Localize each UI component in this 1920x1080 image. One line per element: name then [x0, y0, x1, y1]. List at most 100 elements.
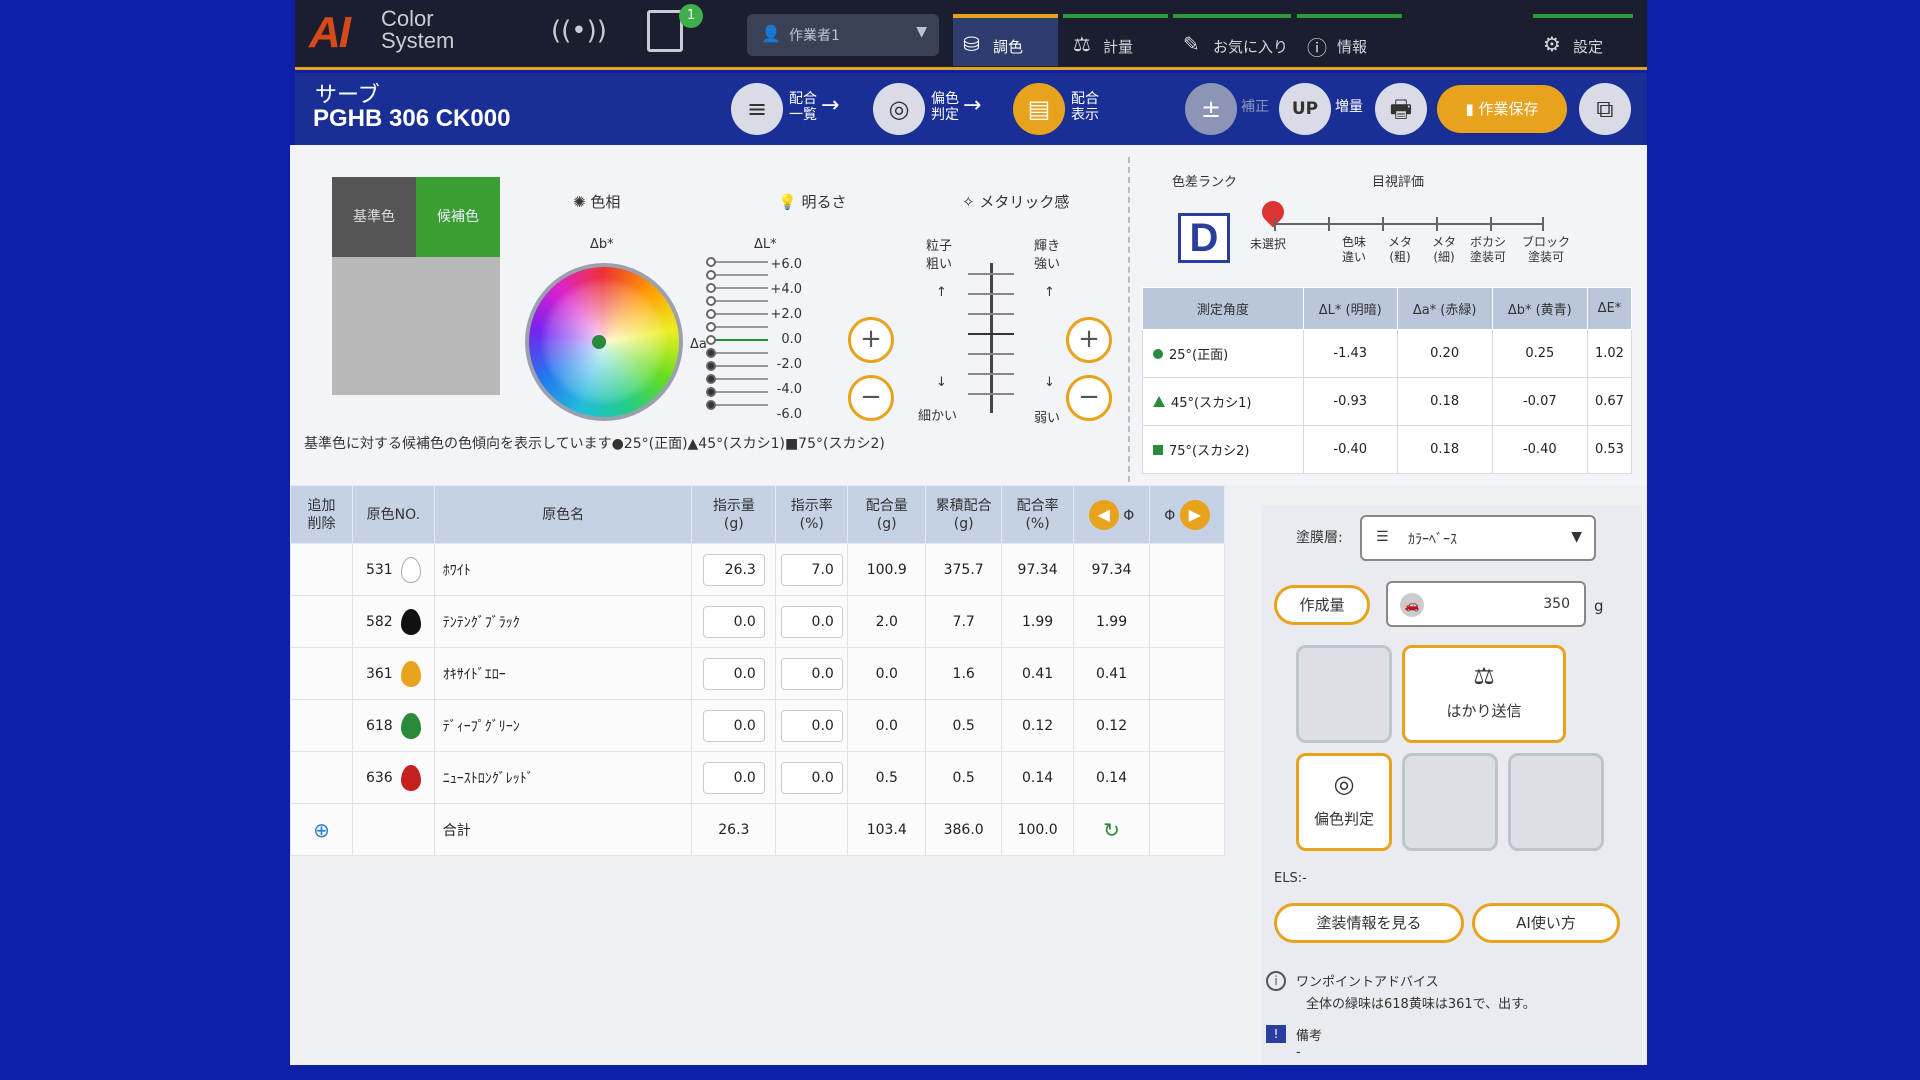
column-header: 配合率 (%)	[1001, 485, 1075, 544]
table-cell: 0.0	[691, 595, 777, 648]
arrow-right-button[interactable]: ▶	[1179, 499, 1210, 530]
column-header: 原色名	[433, 485, 693, 544]
hue-icon: ✺	[573, 193, 591, 211]
lightness-minus-button[interactable]: −	[848, 375, 894, 421]
hue-marker	[592, 335, 606, 349]
amount-input[interactable]: 🚗 350	[1386, 581, 1586, 627]
save-work-button[interactable]: ▮ 作業保存	[1437, 85, 1567, 133]
scale-knob	[706, 257, 716, 267]
table-cell	[351, 803, 435, 856]
table-row[interactable]: 531 ﾎﾜｲﾄ 26.3 7.0 100.9 375.7 97.34 97.3…	[290, 543, 1226, 596]
tab-measure[interactable]: ⚖ 計量	[1063, 14, 1168, 66]
wireless-icon[interactable]: ((•))	[551, 16, 607, 46]
table-cell: 0.0	[691, 647, 777, 700]
tab-favorites[interactable]: ✎ お気に入り	[1173, 14, 1291, 66]
paint-info-button[interactable]: 塗装情報を見る	[1274, 903, 1464, 943]
instr-rate-input[interactable]: 0.0	[780, 709, 843, 742]
instr-amount-input[interactable]: 26.3	[702, 553, 765, 586]
tab-mixing[interactable]: ⛁ 調色	[953, 14, 1058, 66]
logo-line-1: Color	[381, 6, 434, 31]
correction-button[interactable]: ±	[1185, 83, 1237, 135]
column-header: 追加 削除	[290, 485, 353, 544]
header-line: (g)	[953, 515, 974, 532]
eval-option[interactable]: 色味 違い	[1342, 235, 1366, 265]
angle-label: 75°(スカシ2)	[1169, 444, 1250, 459]
instr-amount-input[interactable]: 0.0	[702, 761, 765, 794]
metallic-minus-button[interactable]: −	[1066, 375, 1112, 421]
color-name: ﾃﾞｨｰﾌﾟｸﾞﾘｰﾝ	[433, 699, 693, 752]
header-line: 指示量	[712, 497, 755, 514]
disabled-button	[1508, 753, 1604, 851]
scale-knob	[706, 309, 716, 319]
table-cell	[1148, 699, 1226, 752]
scale-tick	[1542, 217, 1544, 231]
arrow-up-icon: ↑	[936, 285, 947, 300]
color-code: 618	[365, 717, 393, 734]
column-header: 指示率 (%)	[775, 485, 849, 544]
tab-settings[interactable]: ⚙ 設定	[1533, 14, 1633, 66]
layer-select[interactable]: ☰ ｶﾗｰﾍﾞｰｽ ▼	[1360, 515, 1596, 561]
chevron-down-icon: ▼	[916, 24, 927, 40]
lightness-plus-button[interactable]: +	[848, 317, 894, 363]
arrow-left-button[interactable]: ◀	[1088, 499, 1119, 530]
eval-option[interactable]: ボカシ 塗装可	[1470, 235, 1506, 265]
disabled-button	[1296, 645, 1392, 743]
refresh-icon[interactable]: ↻	[1103, 818, 1120, 842]
increase-button[interactable]: UP	[1279, 83, 1331, 135]
bias-judge-step-button[interactable]: ◎	[873, 83, 925, 135]
eval-option[interactable]: メタ (粗)	[1388, 235, 1412, 265]
eval-option-line: (細)	[1433, 250, 1455, 264]
paint-drop-icon	[400, 660, 421, 687]
scale-send-button[interactable]: ⚖ はかり送信	[1402, 645, 1566, 743]
bias-judge-button[interactable]: ◎ 偏色判定	[1296, 753, 1392, 851]
eval-option[interactable]: メタ (細)	[1432, 235, 1456, 265]
recipe-list-button[interactable]: ≡	[731, 83, 783, 135]
print-button[interactable]: 🖶	[1375, 83, 1427, 135]
tab-info[interactable]: ⓘ 情報	[1297, 14, 1402, 66]
unit-label: g	[1594, 597, 1604, 615]
eval-option[interactable]: ブロック 塗装可	[1522, 235, 1570, 265]
scale-tick: +4.0	[770, 282, 802, 297]
add-row-icon[interactable]: ⊕	[313, 818, 330, 842]
list-icon: ☰	[1376, 529, 1389, 545]
scale-line	[706, 296, 768, 306]
instr-rate-input[interactable]: 0.0	[780, 605, 843, 638]
scale-tick	[1328, 217, 1330, 231]
computer-icon[interactable]	[647, 10, 683, 52]
triangle-marker-icon	[1153, 396, 1165, 407]
scale-knob	[706, 283, 716, 293]
amount-button[interactable]: 作成量	[1274, 585, 1370, 625]
color-code: 361	[365, 665, 393, 682]
table-row[interactable]: 582 ﾃﾝﾃﾝｸﾞﾌﾞﾗｯｸ 0.0 0.0 2.0 7.7 1.99 1.9…	[290, 595, 1226, 648]
copy-button[interactable]: ⧉	[1579, 83, 1631, 135]
scale-line	[968, 313, 1014, 315]
color-name: ﾎﾜｲﾄ	[433, 543, 693, 596]
visual-eval-scale[interactable]	[1274, 217, 1544, 231]
info-icon: i	[1266, 971, 1286, 991]
instr-amount-input[interactable]: 0.0	[702, 709, 765, 742]
recipe-display-button[interactable]: ▤	[1013, 83, 1065, 135]
disabled-button	[1402, 753, 1498, 851]
ai-howto-button[interactable]: AI使い方	[1472, 903, 1620, 943]
user-select[interactable]: 👤 作業者1 ▼	[747, 14, 939, 56]
table-row[interactable]: 361 ｵｷｻｲﾄﾞｴﾛｰ 0.0 0.0 0.0 1.6 0.41 0.41	[290, 647, 1226, 700]
instr-rate-input[interactable]: 0.0	[780, 657, 843, 690]
table-cell: 0.0	[775, 699, 849, 752]
table-row: 75°(スカシ2) -0.40 0.18 -0.40 0.53	[1142, 425, 1633, 474]
table-row[interactable]: 636 ﾆｭｰｽﾄﾛﾝｸﾞﾚｯﾄﾞ 0.0 0.0 0.5 0.5 0.14 0…	[290, 751, 1226, 804]
table-row[interactable]: 618 ﾃﾞｨｰﾌﾟｸﾞﾘｰﾝ 0.0 0.0 0.0 0.5 0.12 0.1…	[290, 699, 1226, 752]
table-cell: ↻	[1073, 803, 1150, 856]
color-name: ﾃﾝﾃﾝｸﾞﾌﾞﾗｯｸ	[433, 595, 693, 648]
metallic-plus-button[interactable]: +	[1066, 317, 1112, 363]
instr-amount-input[interactable]: 0.0	[702, 657, 765, 690]
table-cell: 97.34	[1073, 543, 1150, 596]
instr-rate-input[interactable]: 0.0	[780, 761, 843, 794]
instr-amount-input[interactable]: 0.0	[702, 605, 765, 638]
table-cell: 0.5	[847, 751, 927, 804]
arrow-right-icon: →	[821, 93, 840, 118]
table-cell	[775, 803, 849, 856]
instr-rate-input[interactable]: 7.0	[780, 553, 843, 586]
scale-line	[968, 273, 1014, 275]
amount-value: 350	[1543, 596, 1570, 612]
scale-line	[706, 348, 768, 358]
